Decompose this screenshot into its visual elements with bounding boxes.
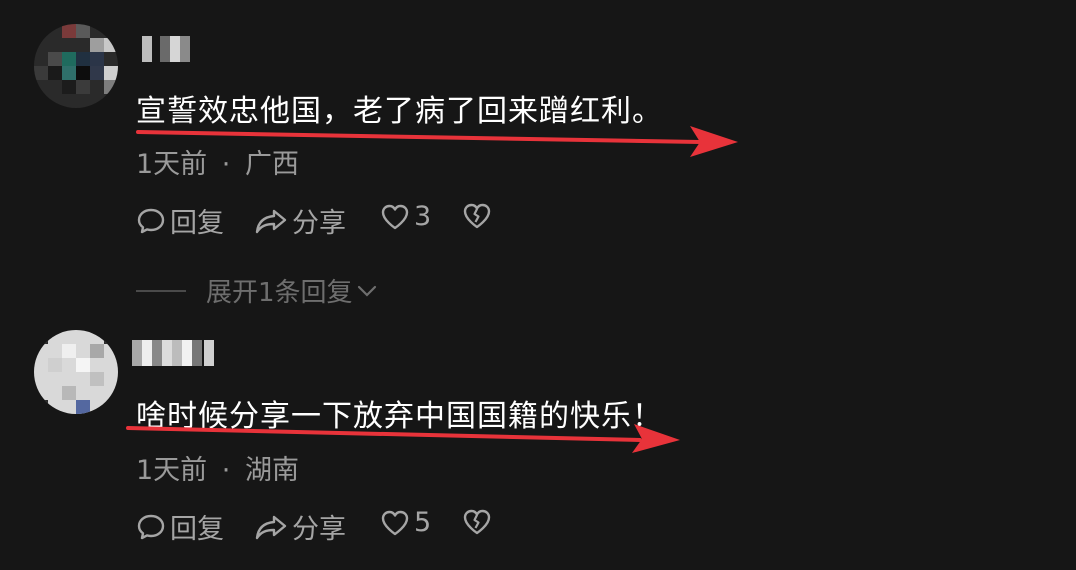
expand-replies-label: 展开1条回复: [206, 278, 353, 308]
timestamp: 1天前: [136, 455, 208, 486]
heart-icon: [381, 510, 409, 535]
share-arrow-icon: [255, 209, 287, 233]
meta-separator: ·: [221, 455, 231, 486]
share-label: 分享: [292, 514, 346, 545]
reply-button[interactable]: 回复: [136, 201, 224, 240]
share-button[interactable]: 分享: [254, 201, 346, 240]
like-count: 3: [414, 201, 432, 232]
broken-heart-icon: [463, 509, 491, 535]
heart-icon: [381, 204, 409, 229]
comment-meta: 1天前 · 湖南: [136, 448, 299, 487]
location: 广西: [244, 149, 299, 180]
share-button[interactable]: 分享: [254, 507, 346, 546]
comment-text: 宣誓效忠他国，老了病了回来蹭红利。: [136, 94, 663, 129]
expand-replies[interactable]: 展开1条回复: [136, 272, 379, 309]
dislike-button[interactable]: [462, 201, 496, 231]
like-count: 5: [414, 507, 432, 538]
dislike-button[interactable]: [462, 507, 496, 537]
location: 湖南: [244, 455, 299, 486]
divider-line: [136, 289, 186, 292]
avatar[interactable]: [34, 330, 118, 414]
comment-text: 啥时候分享一下放弃中国国籍的快乐！: [136, 399, 663, 434]
comment-bubble-icon: [137, 514, 165, 539]
reply-label: 回复: [170, 208, 224, 239]
comment-bubble-icon: [137, 208, 165, 233]
chevron-down-icon: [357, 285, 376, 297]
broken-heart-icon: [463, 203, 491, 229]
share-label: 分享: [292, 208, 346, 239]
share-arrow-icon: [255, 515, 287, 539]
like-button[interactable]: 5: [380, 507, 431, 538]
timestamp: 1天前: [136, 149, 208, 180]
reply-label: 回复: [170, 514, 224, 545]
like-button[interactable]: 3: [380, 201, 431, 232]
comment-meta: 1天前 · 广西: [136, 142, 299, 181]
avatar[interactable]: [34, 24, 118, 108]
reply-button[interactable]: 回复: [136, 507, 224, 546]
meta-separator: ·: [221, 149, 231, 180]
